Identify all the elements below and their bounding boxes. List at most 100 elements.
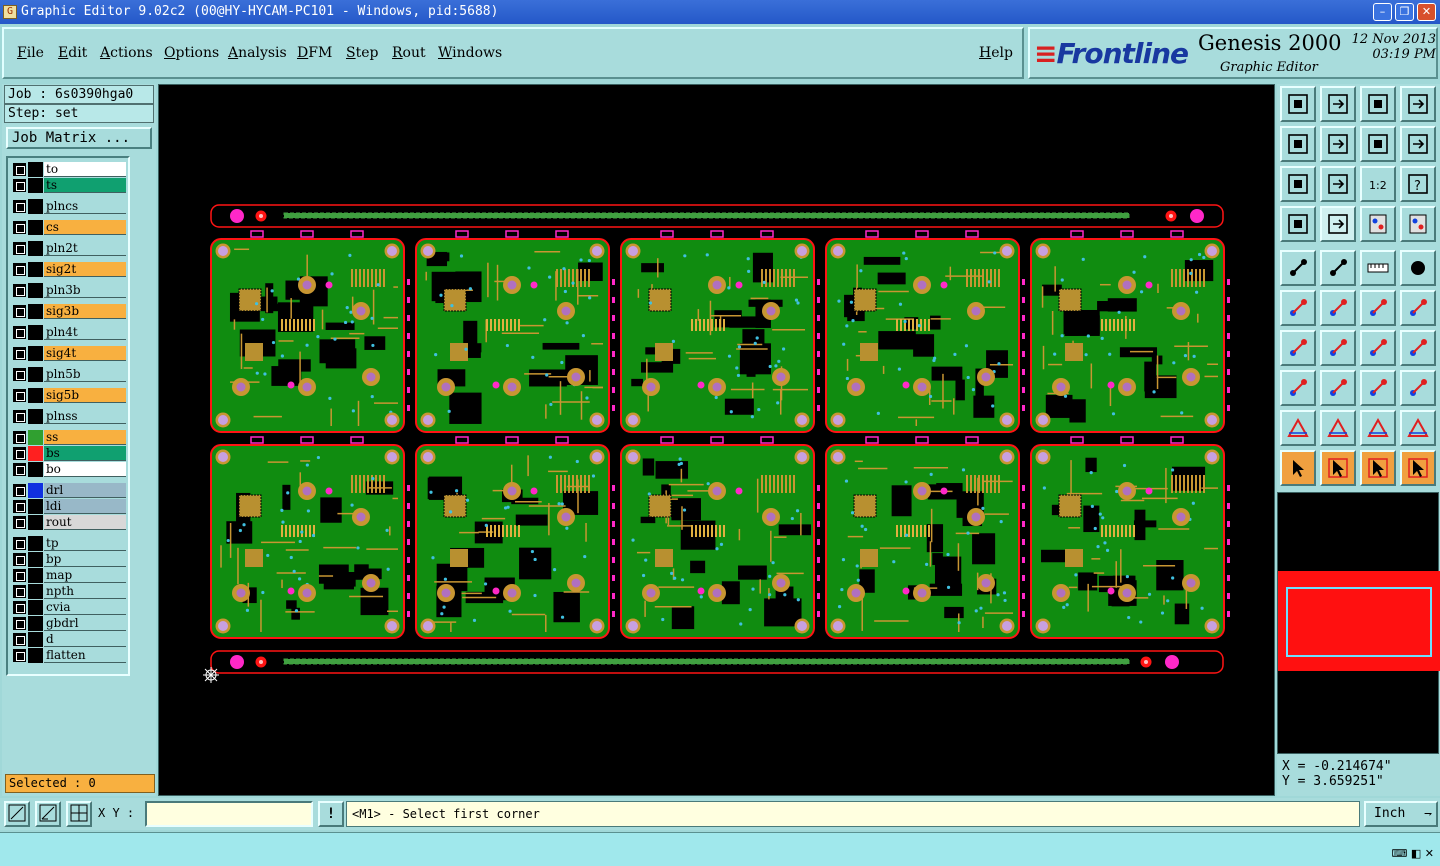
layer-name[interactable]: bp xyxy=(44,552,126,567)
menu-help[interactable]: Help xyxy=(979,45,1013,61)
select-box-tool-button[interactable] xyxy=(1320,450,1356,486)
xy-input[interactable] xyxy=(145,801,313,827)
minus-tool-button[interactable] xyxy=(1320,370,1356,406)
layer-row-rout[interactable]: rout xyxy=(10,515,126,530)
copy-tool-button[interactable] xyxy=(1400,370,1436,406)
grid-tool-button[interactable] xyxy=(1320,206,1356,242)
menu-analysis[interactable]: Analysis xyxy=(228,45,287,61)
menu-rout[interactable]: Rout xyxy=(392,45,426,61)
zoom-fit-tool-button[interactable] xyxy=(1320,166,1356,202)
layer-name[interactable]: ss xyxy=(44,430,126,445)
layer-checkbox[interactable] xyxy=(13,649,26,662)
layer-row-d[interactable]: d xyxy=(10,632,126,647)
cross-tool-button[interactable] xyxy=(1320,290,1356,326)
layer-name[interactable]: pln4t xyxy=(44,325,126,340)
layer-checkbox[interactable] xyxy=(13,617,26,630)
maximize-button[interactable]: ❐ xyxy=(1395,3,1414,21)
layer-name[interactable]: to xyxy=(44,162,126,177)
layer-row-pln5b[interactable]: pln5b xyxy=(10,367,126,382)
menu-edit[interactable]: Edit xyxy=(58,45,87,61)
preview-view-frame[interactable] xyxy=(1286,587,1432,657)
layer-checkbox[interactable] xyxy=(13,500,26,513)
layer-checkbox[interactable] xyxy=(13,326,26,339)
grid-toggle-button[interactable] xyxy=(66,801,92,827)
menu-options[interactable]: Options xyxy=(164,45,219,61)
layer-checkbox[interactable] xyxy=(13,368,26,381)
layer-row-flatten[interactable]: flatten xyxy=(10,648,126,663)
layer-row-ss[interactable]: ss xyxy=(10,430,126,445)
measure-tool-button[interactable] xyxy=(1280,250,1316,286)
measure-button[interactable] xyxy=(35,801,61,827)
layer-name[interactable]: d xyxy=(44,632,126,647)
layer-name[interactable]: plnss xyxy=(44,409,126,424)
layer-row-sig5b[interactable]: sig5b xyxy=(10,388,126,403)
layer-row-pln3b[interactable]: pln3b xyxy=(10,283,126,298)
layer-row-bs[interactable]: bs xyxy=(10,446,126,461)
layer-row-tp[interactable]: tp xyxy=(10,536,126,551)
layer-checkbox[interactable] xyxy=(13,601,26,614)
layer-row-map[interactable]: map xyxy=(10,568,126,583)
layer-row-npth[interactable]: npth xyxy=(10,584,126,599)
layer-name[interactable]: pln2t xyxy=(44,241,126,256)
menu-windows[interactable]: Windows xyxy=(438,45,502,61)
line-tool-button[interactable] xyxy=(1400,290,1436,326)
layer-name[interactable]: npth xyxy=(44,584,126,599)
select-net-tool-button[interactable] xyxy=(1400,450,1436,486)
layer-name[interactable]: tp xyxy=(44,536,126,551)
layer-checkbox[interactable] xyxy=(13,200,26,213)
layer-checkbox[interactable] xyxy=(13,263,26,276)
layer-checkbox[interactable] xyxy=(13,284,26,297)
layer-checkbox[interactable] xyxy=(13,431,26,444)
menu-dfm[interactable]: DFM xyxy=(297,45,332,61)
snap-tool-button[interactable] xyxy=(1280,206,1316,242)
pointer-tool-button[interactable] xyxy=(1280,450,1316,486)
layer-name[interactable]: ts xyxy=(44,178,126,193)
select-poly-tool-button[interactable] xyxy=(1360,450,1396,486)
pan-right-tool-button[interactable] xyxy=(1320,126,1356,162)
resize-tool-button[interactable] xyxy=(1360,370,1396,406)
layer-name[interactable]: map xyxy=(44,568,126,583)
layer-row-ldi[interactable]: ldi xyxy=(10,499,126,514)
ruler-tool-button[interactable] xyxy=(1360,250,1396,286)
layer-checkbox[interactable] xyxy=(13,221,26,234)
layer-row-bp[interactable]: bp xyxy=(10,552,126,567)
line-point-tool-button[interactable] xyxy=(1360,290,1396,326)
flip-tool-button[interactable] xyxy=(1400,330,1436,366)
layer-name[interactable]: cvia xyxy=(44,600,126,615)
fit-all-tool-button[interactable] xyxy=(1280,166,1316,202)
layer-name[interactable]: pln3b xyxy=(44,283,126,298)
layer-name[interactable]: sig3b xyxy=(44,304,126,319)
close-button[interactable]: ✕ xyxy=(1417,3,1436,21)
layer-row-sig4t[interactable]: sig4t xyxy=(10,346,126,361)
layer-name[interactable]: bo xyxy=(44,462,126,477)
layer-name[interactable]: flatten xyxy=(44,648,126,663)
scale-tool-button[interactable]: 1:2 xyxy=(1360,166,1396,202)
node-tool-button[interactable] xyxy=(1280,290,1316,326)
mirror-tool-button[interactable] xyxy=(1360,126,1396,162)
redraw-tool-button[interactable] xyxy=(1400,126,1436,162)
menu-step[interactable]: Step xyxy=(346,45,378,61)
tri-blue-tool-button[interactable] xyxy=(1400,410,1436,446)
job-matrix-button[interactable]: Job Matrix ... xyxy=(6,127,152,149)
angle-tool-button[interactable] xyxy=(1280,330,1316,366)
layer-checkbox[interactable] xyxy=(13,633,26,646)
draw-tool-button[interactable] xyxy=(1320,250,1356,286)
layer-checkbox[interactable] xyxy=(13,516,26,529)
layer-name[interactable]: plncs xyxy=(44,199,126,214)
layer-checkbox[interactable] xyxy=(13,447,26,460)
layer-checkbox[interactable] xyxy=(13,537,26,550)
layer-checkbox[interactable] xyxy=(13,569,26,582)
help-tool-button[interactable]: ? xyxy=(1400,166,1436,202)
graphic-canvas[interactable] xyxy=(158,84,1275,796)
layer-name[interactable]: gbdrl xyxy=(44,616,126,631)
layer-checkbox[interactable] xyxy=(13,305,26,318)
layer-row-sig3b[interactable]: sig3b xyxy=(10,304,126,319)
layer-name[interactable]: sig4t xyxy=(44,346,126,361)
layer-row-drl[interactable]: drl xyxy=(10,483,126,498)
menu-file[interactable]: File xyxy=(17,45,44,61)
layer-name[interactable]: sig5b xyxy=(44,388,126,403)
layer-name[interactable]: drl xyxy=(44,483,126,498)
layer-name[interactable]: bs xyxy=(44,446,126,461)
layer-checkbox[interactable] xyxy=(13,163,26,176)
fit-tool-button[interactable] xyxy=(1400,86,1436,122)
